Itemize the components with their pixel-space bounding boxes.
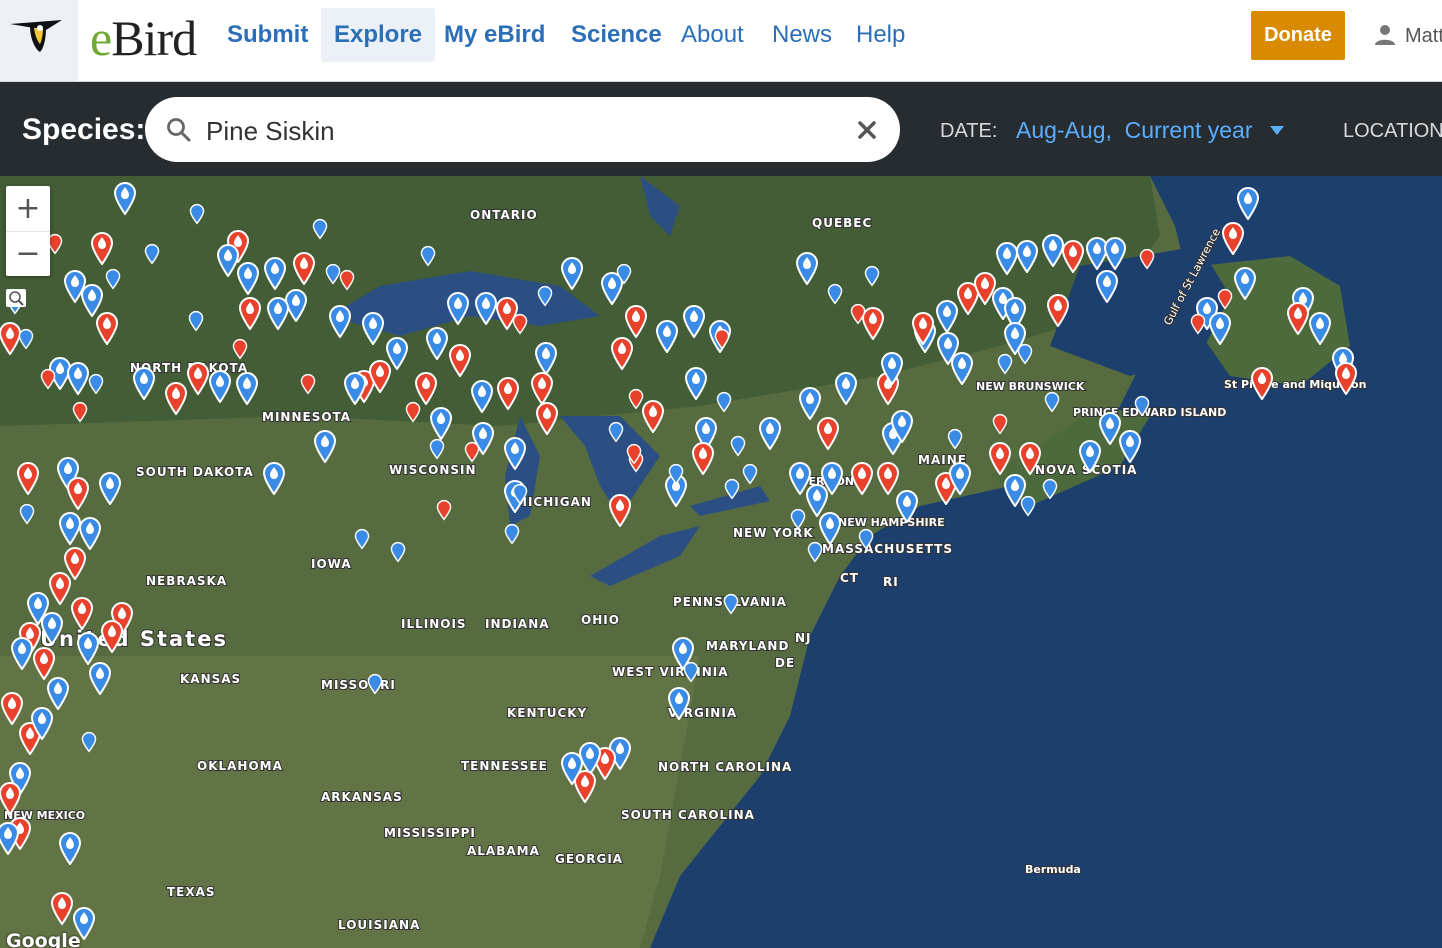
- label-ontario: ONTARIO: [470, 208, 538, 222]
- label-prince-edward-island: PRINCE EDWARD ISLAND: [1073, 406, 1226, 419]
- label-alabama: ALABAMA: [467, 844, 540, 858]
- logo-bird: Bird: [111, 10, 197, 66]
- bird-logo-icon: [10, 20, 62, 52]
- label-missouri: MISSOURI: [321, 678, 396, 692]
- top-navigation: eBird Submit Explore My eBird Science Ab…: [0, 0, 1442, 82]
- nav-science[interactable]: Science: [558, 8, 675, 62]
- nav-news[interactable]: News: [759, 8, 845, 62]
- label-michigan: MICHIGAN: [515, 495, 592, 509]
- label-arkansas: ARKANSAS: [321, 790, 403, 804]
- label-north-carolina: NORTH CAROLINA: [658, 760, 792, 774]
- label-kansas: KANSAS: [180, 672, 241, 686]
- label-oklahoma: OKLAHOMA: [197, 759, 283, 773]
- label-iowa: IOWA: [311, 557, 352, 571]
- ebird-logo-text[interactable]: eBird: [90, 8, 197, 68]
- search-icon: [167, 118, 191, 142]
- label-de: DE: [775, 656, 795, 670]
- logo-e: e: [90, 10, 112, 66]
- label-maryland: MARYLAND: [706, 639, 789, 653]
- label-louisiana: LOUISIANA: [338, 918, 420, 932]
- clear-icon[interactable]: [855, 118, 879, 142]
- label-new-brunswick: NEW BRUNSWICK: [976, 380, 1085, 393]
- nav-explore[interactable]: Explore: [321, 8, 436, 62]
- logo-bird-mark[interactable]: [0, 0, 78, 81]
- label-tennessee: TENNESSEE: [461, 759, 548, 773]
- date-range-selector[interactable]: Aug-Aug, Current year: [1016, 117, 1253, 144]
- label-bermuda: Bermuda: [1025, 863, 1081, 876]
- nav-submit[interactable]: Submit: [214, 8, 321, 62]
- label-quebec: QUEBEC: [812, 216, 872, 230]
- nav-my-ebird[interactable]: My eBird: [431, 8, 558, 62]
- label-minnesota: MINNESOTA: [262, 410, 351, 424]
- user-icon[interactable]: [1374, 24, 1396, 46]
- species-input[interactable]: [204, 106, 828, 156]
- label-new-hampshire: NEW HAMPSHIRE: [838, 516, 945, 529]
- label-indiana: INDIANA: [485, 617, 550, 631]
- label-ohio: OHIO: [581, 613, 620, 627]
- label-illinois: ILLINOIS: [401, 617, 467, 631]
- label-west-virginia: WEST VIRGINIA: [612, 665, 729, 679]
- label-south-dakota: SOUTH DAKOTA: [136, 465, 254, 479]
- zoom-in-button[interactable]: +: [6, 186, 50, 232]
- label-texas: TEXAS: [167, 885, 216, 899]
- label-kentucky: KENTUCKY: [507, 706, 587, 720]
- species-label: Species:: [22, 113, 146, 146]
- date-label: DATE:: [940, 120, 998, 142]
- google-logo: Google: [6, 930, 81, 948]
- label-massachusetts: MASSACHUSETTS: [822, 542, 953, 556]
- zoom-out-button[interactable]: −: [6, 231, 50, 276]
- satellite-map[interactable]: ONTARIO QUEBEC NORTH DAKOTA MINNESOTA WI…: [0, 176, 1442, 948]
- label-ri: RI: [883, 575, 899, 589]
- label-wisconsin: WISCONSIN: [389, 463, 477, 477]
- location-label: LOCATION:: [1343, 120, 1442, 142]
- label-united-states: United States: [40, 627, 228, 651]
- species-map[interactable]: ONTARIO QUEBEC NORTH DAKOTA MINNESOTA WI…: [0, 176, 1442, 948]
- nav-help[interactable]: Help: [843, 8, 918, 62]
- label-nj: NJ: [795, 631, 812, 645]
- label-south-carolina: SOUTH CAROLINA: [621, 808, 755, 822]
- zoom-control: + −: [6, 186, 50, 276]
- label-mississippi: MISSISSIPPI: [384, 826, 476, 840]
- nav-about[interactable]: About: [668, 8, 757, 62]
- label-nebraska: NEBRASKA: [146, 574, 227, 588]
- user-name-link[interactable]: Matt: [1405, 24, 1442, 48]
- label-ct: CT: [840, 571, 859, 585]
- chevron-down-icon[interactable]: [1270, 126, 1284, 135]
- label-new-york: NEW YORK: [733, 526, 814, 540]
- donate-button[interactable]: Donate: [1251, 11, 1345, 60]
- zoom-to-area-icon[interactable]: [6, 289, 26, 307]
- label-georgia: GEORGIA: [555, 852, 623, 866]
